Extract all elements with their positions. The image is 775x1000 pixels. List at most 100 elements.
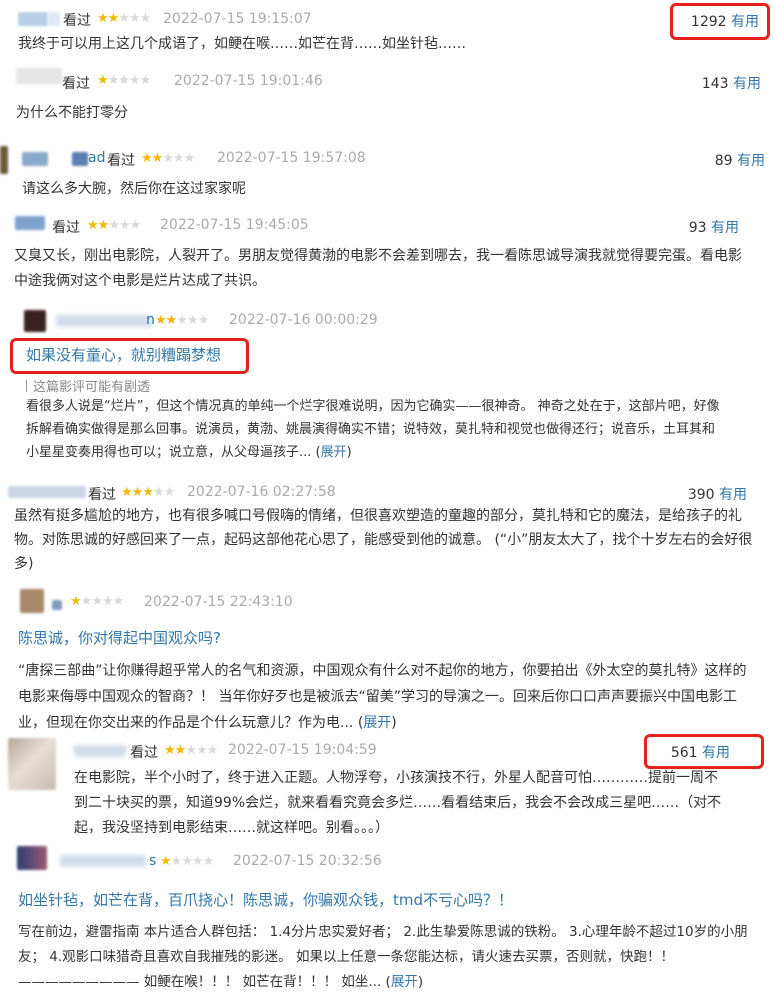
avatar[interactable] (8, 486, 86, 498)
review-time: 2022-07-15 19:15:07 (163, 11, 312, 27)
rating-stars: ★★★★★ (155, 313, 210, 328)
review-text: 又臭又长，刚出电影院，人裂开了。男朋友觉得黄渤的电影不会差到哪去，我一看陈思诚导… (14, 248, 742, 289)
useful-vote-button[interactable]: 有用 (733, 76, 761, 92)
username-fragment[interactable]: ad (88, 150, 105, 166)
star-empty-icon: ★ (172, 151, 185, 166)
avatar (72, 152, 88, 166)
rating-stars: ★★★★★ (160, 854, 215, 869)
star-empty-icon: ★ (197, 313, 210, 328)
star-empty-icon: ★ (202, 854, 215, 869)
username[interactable] (60, 855, 146, 867)
star-filled-icon: ★ (87, 218, 99, 233)
username[interactable] (56, 315, 152, 327)
star-filled-icon: ★ (141, 151, 153, 166)
useful-count[interactable]: 143 有用 (702, 73, 761, 93)
rating-stars: ★★★★★ (87, 218, 142, 233)
star-empty-icon: ★ (112, 594, 125, 609)
star-empty-icon: ★ (183, 151, 196, 166)
useful-vote-button[interactable]: 有用 (719, 487, 747, 503)
review-text: 在电影院，半个小时了，终于进入正题。人物浮夸，小孩演技不行，外星人配音可怕………… (74, 770, 722, 836)
avatar[interactable] (8, 738, 56, 790)
expand-link[interactable]: 展开 (363, 715, 391, 731)
review-text: 看很多人说是“烂片”，但这个情况真的单纯一个烂字很难说明，因为它确实——很神奇。… (26, 399, 720, 460)
star-filled-icon: ★ (97, 218, 110, 233)
star-empty-icon: ★ (152, 485, 165, 500)
review-text: 请这么多大腕，然后你在这过家家呢 (22, 181, 246, 197)
star-empty-icon: ★ (108, 218, 120, 233)
rating-stars: ★★★★★ (70, 594, 125, 609)
watched-label: 看过 (107, 153, 135, 169)
username-fragment[interactable]: s (149, 853, 156, 869)
avatar (22, 152, 48, 166)
star-empty-icon: ★ (80, 594, 93, 609)
review-title[interactable]: 如果没有童心，就别糟蹋梦想 (26, 344, 221, 365)
useful-vote-button[interactable]: 有用 (711, 220, 739, 236)
watched-label: 看过 (62, 76, 90, 92)
star-filled-icon: ★ (121, 485, 133, 500)
review-text: “唐探三部曲”让你赚得超乎常人的名气和资源，中国观众有什么对不起你的地方，你要拍… (18, 663, 747, 731)
star-empty-icon: ★ (118, 73, 130, 88)
star-filled-icon: ★ (165, 313, 178, 328)
useful-count[interactable]: 93 有用 (689, 217, 739, 237)
expand-link[interactable]: 展开 (391, 974, 418, 990)
review-title[interactable]: 如坐针毡，如芒在背，百爪挠心！陈思诚，你骗观众钱，tmd不亏心吗？！ (18, 889, 513, 910)
avatar[interactable] (24, 310, 46, 332)
useful-vote-button[interactable]: 有用 (737, 153, 765, 169)
rating-stars: ★★★★★ (164, 743, 218, 758)
star-empty-icon: ★ (118, 218, 131, 233)
rating-stars: ★★★★★ (97, 11, 152, 26)
review-time: 2022-07-15 19:57:08 (217, 150, 366, 166)
star-empty-icon: ★ (162, 151, 174, 166)
avatar[interactable] (15, 216, 45, 230)
star-empty-icon: ★ (101, 594, 114, 609)
watched-label: 看过 (63, 13, 91, 29)
star-empty-icon: ★ (107, 73, 120, 88)
avatar (48, 12, 60, 26)
useful-count[interactable]: 89 有用 (715, 150, 765, 170)
review-time: 2022-07-16 02:27:58 (187, 484, 336, 500)
star-filled-icon: ★ (107, 11, 120, 26)
star-empty-icon: ★ (129, 218, 142, 233)
username-fragment[interactable]: n (146, 312, 155, 328)
avatar[interactable] (17, 846, 47, 870)
star-filled-icon: ★ (97, 73, 109, 88)
star-empty-icon: ★ (176, 313, 188, 328)
review-time: 2022-07-15 22:43:10 (144, 594, 293, 610)
rating-stars: ★★★★★ (97, 73, 152, 88)
useful-count[interactable]: 390 有用 (688, 484, 747, 504)
avatar[interactable] (0, 146, 8, 174)
watched-label: 看过 (130, 745, 158, 761)
star-empty-icon: ★ (195, 743, 208, 758)
star-empty-icon: ★ (139, 73, 152, 88)
highlight-box (644, 734, 764, 769)
star-filled-icon: ★ (164, 743, 176, 758)
star-empty-icon: ★ (163, 485, 176, 500)
star-empty-icon: ★ (139, 11, 152, 26)
watched-label: 看过 (52, 220, 80, 236)
rating-stars: ★★★★★ (121, 485, 176, 500)
star-empty-icon: ★ (181, 854, 193, 869)
review-time: 2022-07-15 19:04:59 (228, 742, 377, 758)
star-filled-icon: ★ (160, 854, 172, 869)
expand-link[interactable]: 展开 (321, 445, 347, 460)
star-empty-icon: ★ (185, 743, 197, 758)
avatar[interactable] (16, 68, 62, 84)
avatar[interactable] (18, 12, 48, 26)
review-text: 为什么不能打零分 (16, 105, 128, 121)
avatar[interactable] (20, 589, 44, 613)
star-empty-icon: ★ (170, 854, 183, 869)
review-time: 2022-07-15 19:45:05 (160, 217, 309, 233)
rating-stars: ★★★★★ (141, 151, 196, 166)
star-filled-icon: ★ (131, 485, 144, 500)
star-filled-icon: ★ (70, 594, 82, 609)
spoiler-warning: 这篇影评可能有剧透 (26, 376, 150, 395)
review-time: 2022-07-15 20:32:56 (233, 853, 382, 869)
watched-label: 看过 (88, 487, 116, 503)
review-title[interactable]: 陈思诚，你对得起中国观众吗? (18, 627, 221, 648)
star-empty-icon: ★ (128, 73, 141, 88)
star-filled-icon: ★ (174, 743, 187, 758)
star-empty-icon: ★ (118, 11, 130, 26)
star-empty-icon: ★ (186, 313, 199, 328)
star-empty-icon: ★ (91, 594, 103, 609)
username[interactable] (74, 745, 126, 757)
